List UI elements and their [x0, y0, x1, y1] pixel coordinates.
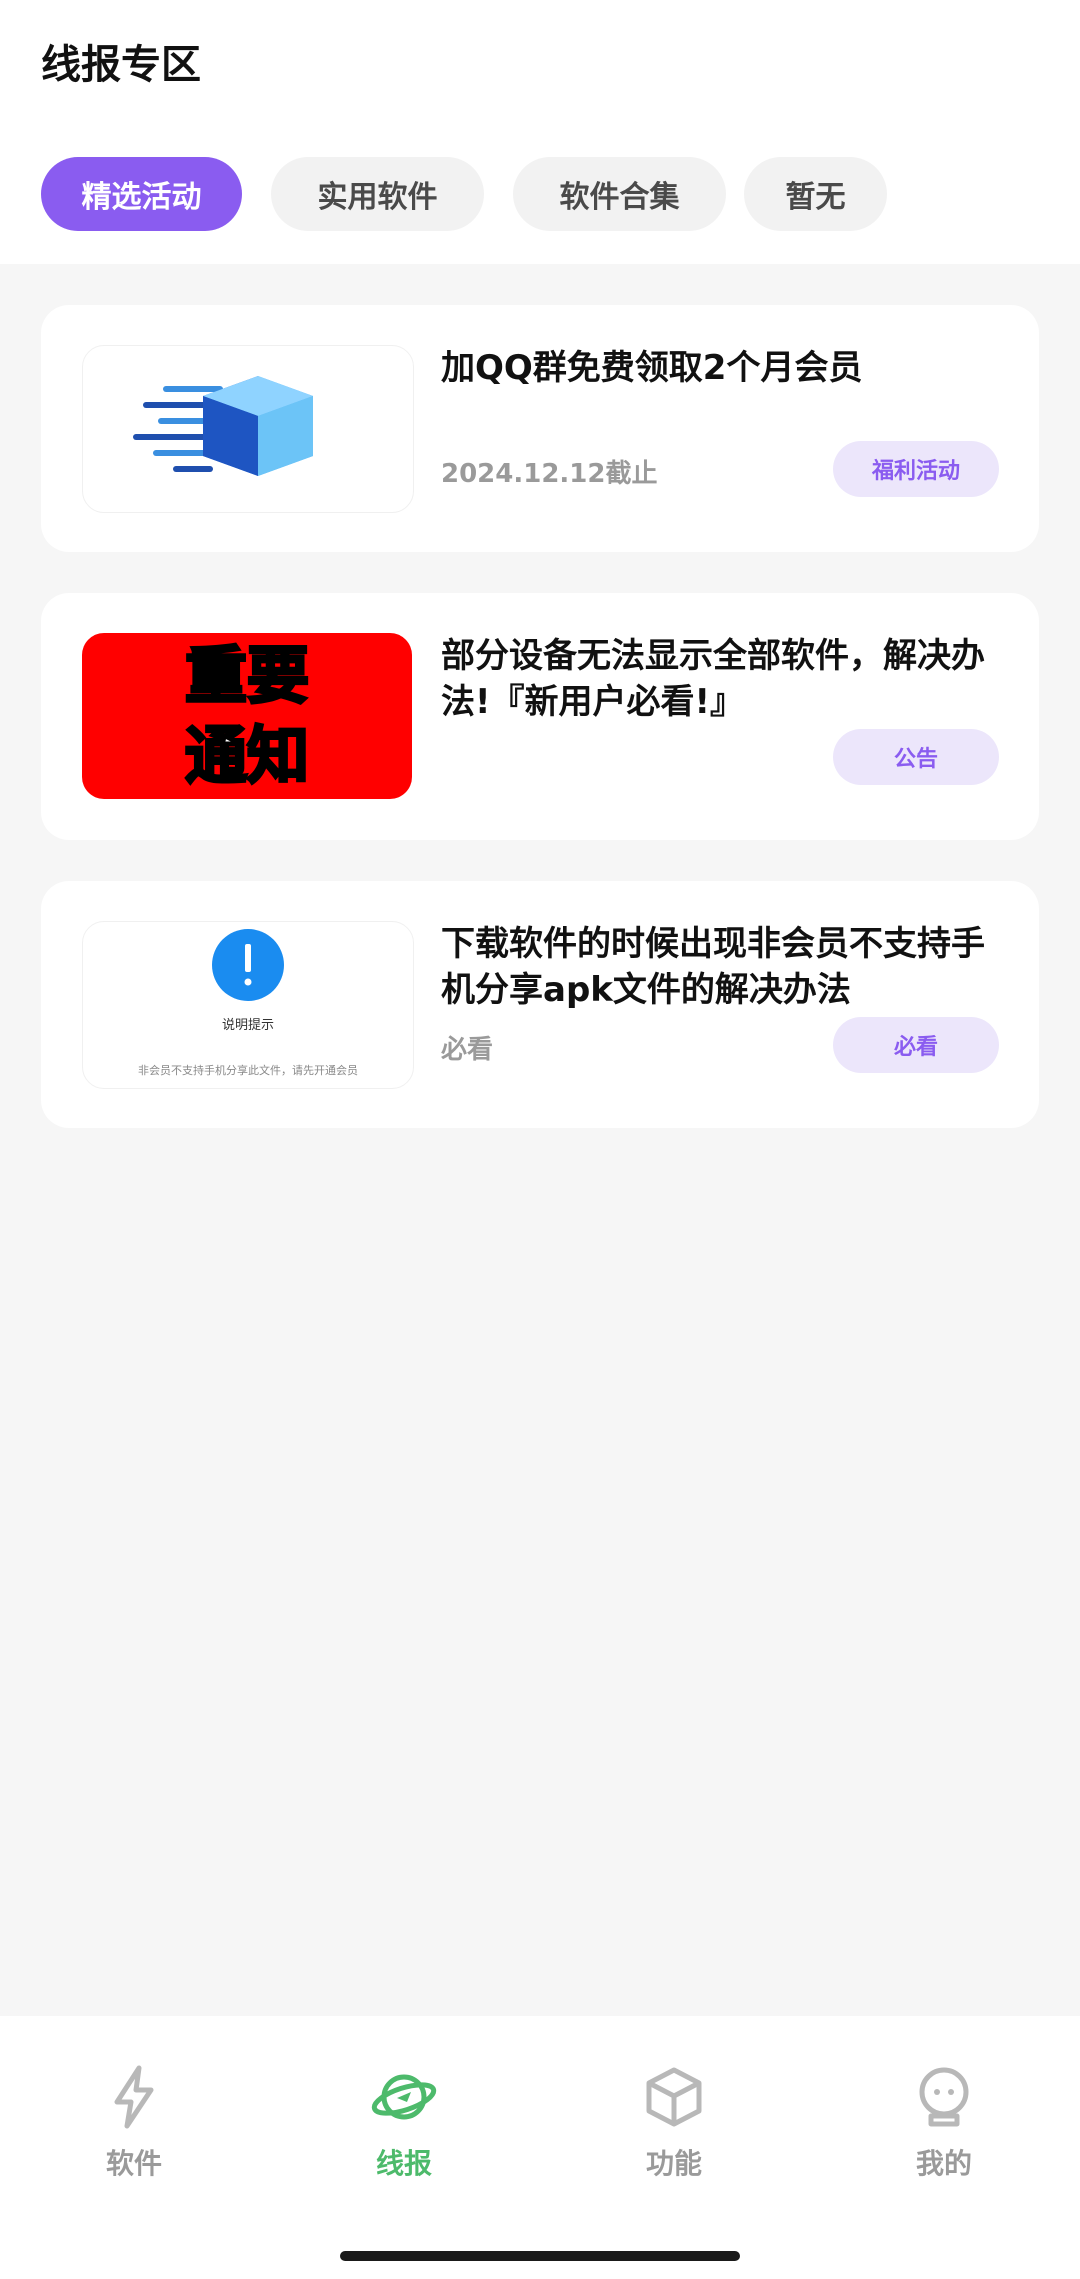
thumbnail-footer: 非会员不支持手机分享此文件，请先开通会员: [138, 1064, 358, 1077]
tab-featured-activities[interactable]: 精选活动: [41, 157, 242, 231]
list-item[interactable]: 说明提示 非会员不支持手机分享此文件，请先开通会员 下载软件的时候出现非会员不支…: [41, 881, 1039, 1128]
tab-none-yet[interactable]: 暂无: [744, 157, 887, 231]
card-thumbnail: 重要 通知: [82, 633, 412, 799]
status-badge: 必看: [833, 1017, 999, 1073]
list-item[interactable]: 加QQ群免费领取2个月会员 2024.12.12截止 福利活动: [41, 305, 1039, 552]
nav-item-software[interactable]: 软件: [34, 2062, 234, 2202]
status-badge: 福利活动: [833, 441, 999, 497]
nav-label: 功能: [645, 2147, 702, 2180]
home-indicator[interactable]: [340, 2251, 740, 2261]
card-thumbnail: 说明提示 非会员不支持手机分享此文件，请先开通会员: [82, 921, 414, 1089]
card-thumbnail: [82, 345, 414, 513]
nav-label: 软件: [105, 2147, 162, 2180]
nav-item-mine[interactable]: 我的: [844, 2062, 1044, 2202]
planet-icon: [371, 2074, 437, 2120]
page: 线报专区 精选活动 实用软件 软件合集 暂无 加QQ群免费领取2个月会员 202…: [0, 0, 1080, 2279]
robot-face-icon: [919, 2067, 969, 2127]
page-title: 线报专区: [41, 42, 201, 88]
card-meta: 必看: [441, 1035, 494, 1065]
card-title: 部分设备无法显示全部软件，解决办法!『新用户必看!』: [441, 636, 985, 722]
tab-useful-software[interactable]: 实用软件: [271, 157, 484, 231]
thumbnail-text-line2: 通知: [183, 718, 310, 794]
cube-icon: [646, 2067, 702, 2127]
lightning-icon: [114, 2065, 154, 2129]
status-badge: 公告: [833, 729, 999, 785]
card-deadline: 2024.12.12截止: [441, 459, 658, 489]
card-title: 加QQ群免费领取2个月会员: [441, 348, 863, 388]
list-item[interactable]: 重要 通知 部分设备无法显示全部软件，解决办法!『新用户必看!』 公告: [41, 593, 1039, 840]
card-title: 下载软件的时候出现非会员不支持手机分享apk文件的解决办法: [441, 924, 985, 1010]
thumbnail-text-line1: 重要: [183, 638, 310, 714]
exclamation-circle-icon: [212, 929, 284, 1001]
blue-cube-icon: [133, 376, 313, 476]
tab-software-collection[interactable]: 软件合集: [513, 157, 726, 231]
nav-label: 线报: [375, 2147, 432, 2180]
bottom-nav: 软件 线报 功能 我的: [0, 2016, 1080, 2279]
thumbnail-caption: 说明提示: [221, 1018, 274, 1033]
nav-item-functions[interactable]: 功能: [574, 2062, 774, 2202]
nav-item-news[interactable]: 线报: [304, 2062, 504, 2202]
nav-label: 我的: [915, 2147, 972, 2180]
header: 线报专区 精选活动 实用软件 软件合集 暂无: [0, 0, 1080, 264]
